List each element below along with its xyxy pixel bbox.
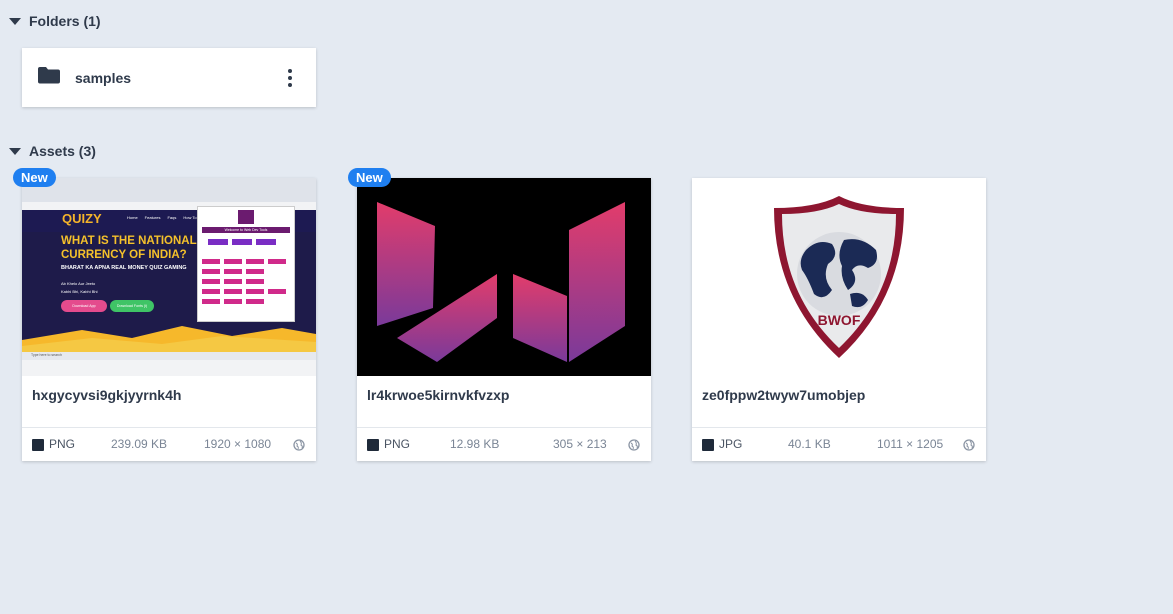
quizy-fonts-button: Download Fonts (i) — [110, 300, 154, 312]
asset-size: 12.98 KB — [450, 437, 500, 451]
asset-size: 239.09 KB — [111, 437, 168, 451]
asset-dimensions: 305 × 213 — [553, 437, 607, 451]
nav-item: Features — [144, 215, 161, 220]
asset-name: hxgycyvsi9gkjyyrnk4h — [32, 387, 182, 403]
asset-thumbnail-bwof-shield: BWOF — [692, 178, 986, 376]
asset-dimensions: 1920 × 1080 — [204, 437, 272, 451]
asset-dimensions: 1011 × 1205 — [877, 437, 944, 451]
asset-footer: JPG 40.1 KB 1011 × 1205 — [692, 427, 986, 461]
asset-card[interactable]: QUIZY Home Features Faqs How To Install … — [22, 178, 316, 461]
assets-section-label: Assets (3) — [29, 143, 96, 159]
globe-icon — [293, 439, 305, 451]
folder-card-samples[interactable]: samples — [22, 48, 316, 107]
asset-type: PNG — [384, 437, 411, 451]
more-options-icon[interactable] — [278, 63, 302, 93]
caret-down-icon — [9, 147, 21, 155]
asset-footer: PNG 239.09 KB 1920 × 1080 — [22, 427, 316, 461]
quizy-tagline: Ab Khelo Aur Jeeto — [61, 281, 96, 286]
asset-type: JPG — [719, 437, 743, 451]
asset-type: PNG — [49, 437, 76, 451]
asset-name: ze0fppw2twyw7umobjep — [702, 387, 866, 403]
quizy-tagline: Kabhi Bhi, Kabhi Bhi — [61, 289, 98, 294]
folder-icon — [37, 66, 61, 89]
image-icon — [702, 439, 714, 451]
nav-item: Home — [127, 215, 138, 220]
quizy-download-button: Download App — [61, 300, 107, 312]
taskbar-search: Type here to search — [31, 353, 62, 357]
globe-icon — [628, 439, 640, 451]
globe-icon — [963, 439, 975, 451]
asset-thumbnail-quizy-screenshot: QUIZY Home Features Faqs How To Install … — [22, 178, 316, 376]
nav-item: Faqs — [167, 215, 177, 220]
assets-section-toggle[interactable]: Assets (3) — [9, 143, 96, 159]
image-icon — [367, 439, 379, 451]
folder-name: samples — [75, 69, 132, 86]
quizy-headline: WHAT IS THE NATIONAL — [61, 235, 197, 247]
asset-size: 40.1 KB — [788, 437, 831, 451]
asset-card[interactable]: lr4krwoe5kirnvkfvzxp PNG 12.98 KB 305 × … — [357, 178, 651, 461]
asset-thumbnail-w-logo — [357, 178, 651, 376]
quizy-headline: CURRENCY OF INDIA? — [61, 249, 187, 261]
quizy-subline: BHARAT KA APNA REAL MONEY QUIZ GAMING — [61, 265, 187, 271]
popup-title: Welcome to Web Dev Tools — [202, 227, 290, 233]
asset-card[interactable]: BWOF ze0fppw2twyw7umobjep JPG 40.1 KB 10… — [692, 178, 986, 461]
quizy-logo: QUIZY — [62, 211, 102, 226]
asset-footer: PNG 12.98 KB 305 × 213 — [357, 427, 651, 461]
image-icon — [32, 439, 44, 451]
asset-name: lr4krwoe5kirnvkfvzxp — [367, 387, 510, 403]
new-badge: New — [348, 168, 391, 187]
folders-section-toggle[interactable]: Folders (1) — [9, 13, 101, 29]
caret-down-icon — [9, 17, 21, 25]
bwof-logo-text: BWOF — [818, 312, 861, 328]
folders-section-label: Folders (1) — [29, 13, 101, 29]
new-badge: New — [13, 168, 56, 187]
